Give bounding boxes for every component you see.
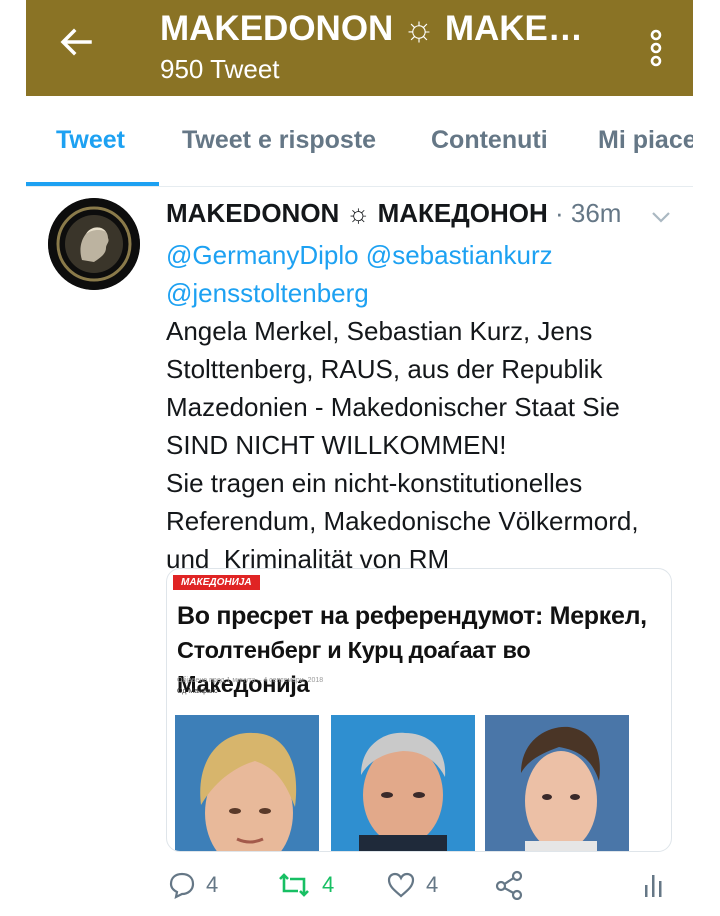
analytics-icon <box>645 875 662 897</box>
tab-media[interactable]: Contenuti <box>431 126 548 155</box>
profile-tabs: Tweet Tweet e risposte Contenuti Mi piac… <box>26 100 693 187</box>
tweet-text-line: SIND NICHT WILLKOMMEN! <box>166 430 507 460</box>
avatar[interactable] <box>48 198 140 290</box>
mentions-line-2: @jensstoltenberg <box>166 274 681 312</box>
share-icon <box>495 870 523 900</box>
back-arrow-icon[interactable] <box>56 22 96 62</box>
retweet-icon <box>279 873 309 897</box>
tweet-header: MAKEDONON ☼ МАКЕДОНОН · 36m <box>166 196 686 230</box>
tweet-body: @GermanyDiplo @sebastiankurz @jensstolte… <box>166 236 681 578</box>
tweet-text-line: Angela Merkel, Sebastian Kurz, Jens <box>166 316 593 346</box>
card-photo-1 <box>175 715 319 851</box>
like-count: 4 <box>426 872 439 897</box>
portrait-image <box>331 715 475 851</box>
card-photo-2 <box>331 715 475 851</box>
reply-button[interactable]: 4 <box>168 870 218 900</box>
like-icon <box>387 872 415 898</box>
tweet-text-line: Mazedonien - Makedonischer Staat Sie <box>166 392 620 422</box>
mention-link[interactable]: @GermanyDiplo <box>166 240 359 270</box>
active-tab-indicator <box>26 182 159 186</box>
profile-title: MAKEDONON ☼ MAKE… <box>160 9 583 48</box>
retweet-button[interactable]: 4 <box>276 870 334 900</box>
mention-link[interactable]: @sebastiankurz <box>366 240 553 270</box>
like-button[interactable]: 4 <box>386 870 438 900</box>
tweet-timestamp: · 36m <box>547 198 622 228</box>
reply-count: 4 <box>206 872 219 897</box>
retweet-count: 4 <box>322 872 335 897</box>
mentions-line-1: @GermanyDiplo @sebastiankurz <box>166 236 681 274</box>
card-source: Од Макфакс <box>177 688 218 695</box>
card-meta: Објавено пред 1 минута – 4 септември, 20… <box>177 675 323 697</box>
tweet-text-line: Referendum, Makedonische Völkermord, <box>166 506 639 536</box>
card-published: Објавено пред 1 минута – 4 септември, 20… <box>177 677 324 684</box>
portrait-image <box>175 715 319 851</box>
tweet-count: 950 Tweet <box>160 54 280 84</box>
analytics-button[interactable] <box>642 870 666 900</box>
header-titles: MAKEDONON ☼ MAKE… 950 Tweet <box>160 8 600 86</box>
app-bar: MAKEDONON ☼ MAKE… 950 Tweet <box>26 0 693 96</box>
overflow-menu-icon[interactable] <box>649 26 663 70</box>
portrait-image <box>485 715 629 851</box>
card-category-tag: МАКЕДОНИЈА <box>173 575 260 590</box>
mention-link[interactable]: @jensstoltenberg <box>166 278 369 308</box>
author-name[interactable]: MAKEDONON ☼ МАКЕДОНОН <box>166 198 548 228</box>
tweet-text-line: Sie tragen ein nicht-konstitutionelles <box>166 468 583 498</box>
coin-logo-icon <box>48 198 140 290</box>
card-photo-3 <box>485 715 629 851</box>
tab-likes[interactable]: Mi piace <box>598 126 693 155</box>
tab-tweet-replies[interactable]: Tweet e risposte <box>182 126 376 155</box>
tab-tweet[interactable]: Tweet <box>56 126 125 155</box>
share-button[interactable] <box>494 870 524 900</box>
tweet-text-line: Stolttenberg, RAUS, aus der Republik <box>166 354 603 384</box>
card-headline-line: Во пресрет на референдумот: Меркел, <box>177 602 647 630</box>
reply-icon <box>169 872 195 899</box>
link-preview-card[interactable]: МАКЕДОНИЈА Во пресрет на референдумот: М… <box>166 568 672 852</box>
tweet-actions: 4 4 4 <box>168 858 678 908</box>
chevron-down-icon[interactable] <box>650 206 672 228</box>
